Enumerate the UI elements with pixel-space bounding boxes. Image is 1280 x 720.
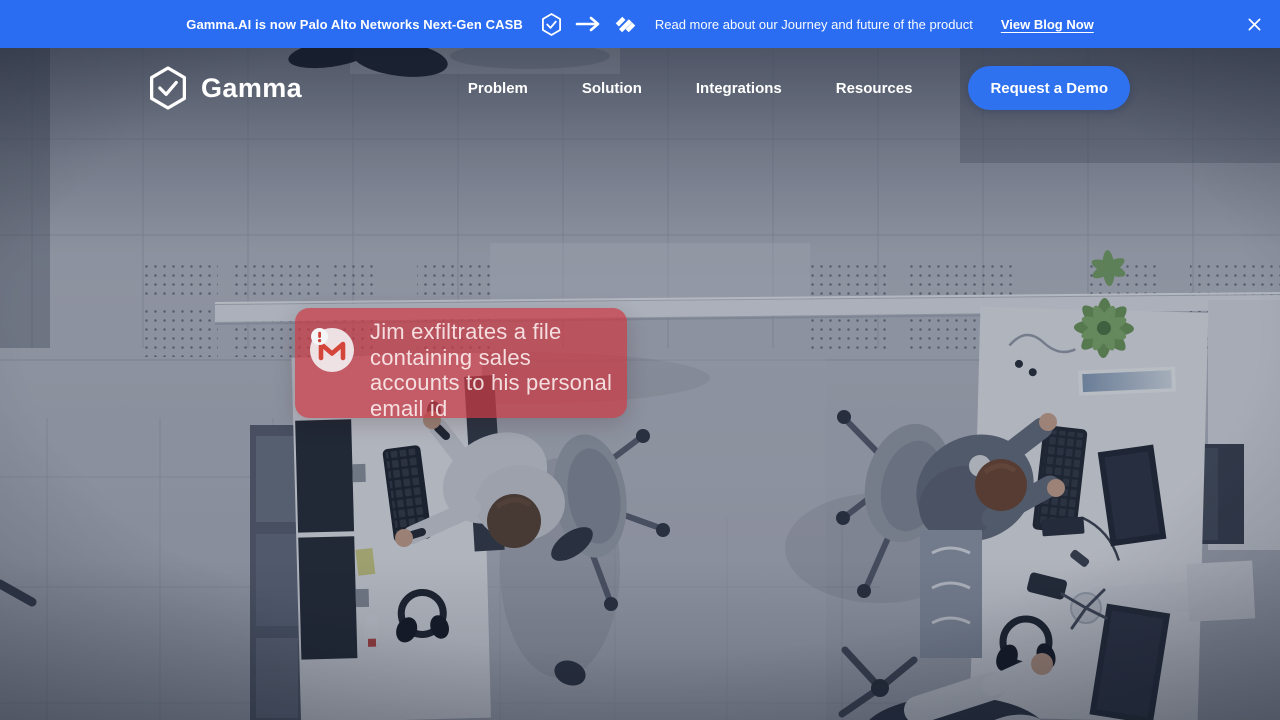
brand-logo[interactable]: Gamma bbox=[148, 66, 302, 110]
request-demo-button[interactable]: Request a Demo bbox=[968, 66, 1130, 110]
page: Jim exfiltrates a file containing sales … bbox=[0, 0, 1280, 720]
nav-links: Problem Solution Integrations Resources bbox=[468, 80, 913, 97]
banner-icons bbox=[541, 13, 637, 36]
alert-text: Jim exfiltrates a file containing sales … bbox=[370, 319, 622, 421]
banner-close-button[interactable] bbox=[1242, 12, 1266, 36]
nav-item-problem[interactable]: Problem bbox=[468, 80, 528, 97]
brand-name: Gamma bbox=[201, 73, 302, 104]
nav-item-solution[interactable]: Solution bbox=[582, 80, 642, 97]
gmail-icon bbox=[309, 327, 355, 373]
hero-section: Jim exfiltrates a file containing sales … bbox=[0, 48, 1280, 720]
palo-alto-networks-icon bbox=[614, 13, 637, 36]
photo-gradient-overlay bbox=[0, 48, 1280, 720]
banner-submessage: Read more about our Journey and future o… bbox=[655, 17, 973, 32]
close-icon bbox=[1247, 17, 1262, 32]
nav-item-integrations[interactable]: Integrations bbox=[696, 80, 782, 97]
gamma-shield-icon bbox=[541, 13, 562, 36]
main-navbar: Gamma Problem Solution Integrations Reso… bbox=[0, 48, 1280, 128]
arrow-right-icon bbox=[575, 16, 601, 32]
gamma-logo-icon bbox=[148, 66, 188, 110]
banner-message: Gamma.AI is now Palo Alto Networks Next-… bbox=[186, 17, 523, 32]
announcement-banner: Gamma.AI is now Palo Alto Networks Next-… bbox=[0, 0, 1280, 48]
dlp-alert-card: Jim exfiltrates a file containing sales … bbox=[295, 308, 627, 418]
nav-item-resources[interactable]: Resources bbox=[836, 80, 913, 97]
view-blog-link[interactable]: View Blog Now bbox=[1001, 17, 1094, 32]
